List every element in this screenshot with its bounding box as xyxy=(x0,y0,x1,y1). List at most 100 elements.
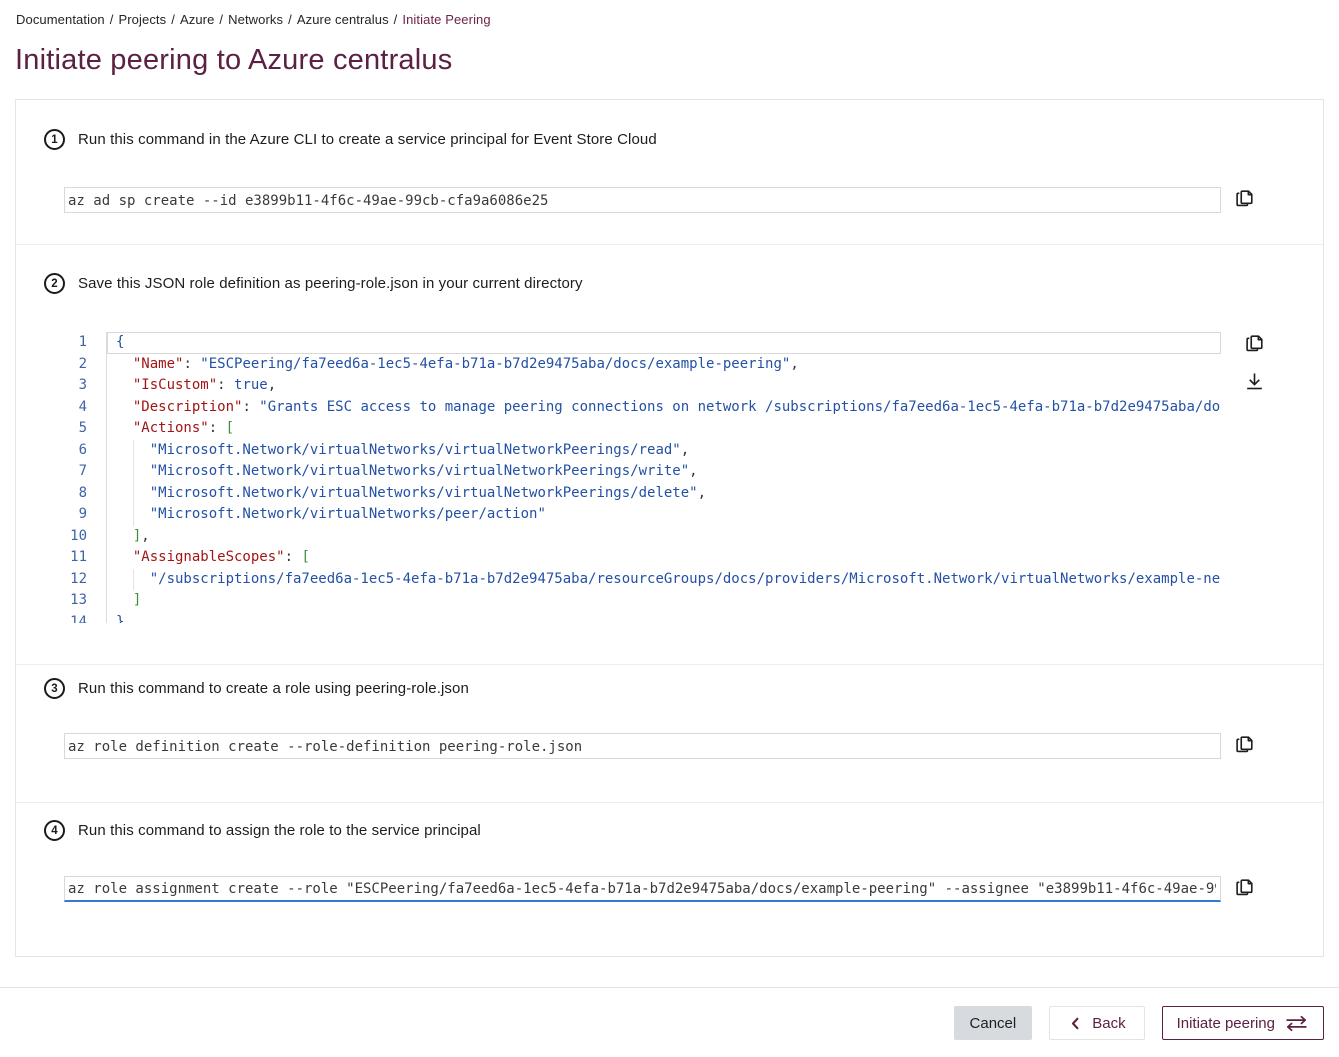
line-code: "Microsoft.Network/virtualNetworks/virtu… xyxy=(107,461,1221,483)
editor-line: 5 "Actions": [ xyxy=(64,418,1221,440)
step-2-header: 2 Save this JSON role definition as peer… xyxy=(44,273,1323,294)
line-number: 5 xyxy=(64,418,107,440)
step-2-instruction: Save this JSON role definition as peerin… xyxy=(78,275,583,292)
copy-icon xyxy=(1233,876,1256,902)
step-section-4: 4 Run this command to assign the role to… xyxy=(16,802,1323,958)
line-number: 2 xyxy=(64,354,107,376)
line-code: "Name": "ESCPeering/fa7eed6a-1ec5-4efa-b… xyxy=(107,354,1221,376)
json-editor-row: 1{2 "Name": "ESCPeering/fa7eed6a-1ec5-4e… xyxy=(64,332,1323,623)
step-4-instruction: Run this command to assign the role to t… xyxy=(78,822,481,839)
step-3-number-badge: 3 xyxy=(44,678,65,699)
line-code: "Actions": [ xyxy=(107,418,1221,440)
breadcrumb-separator: / xyxy=(110,12,114,27)
step-1-number-badge: 1 xyxy=(44,129,65,150)
breadcrumb-separator: / xyxy=(219,12,223,27)
step-4-number-badge: 4 xyxy=(44,820,65,841)
step-3-header: 3 Run this command to create a role usin… xyxy=(44,678,1323,699)
editor-actions xyxy=(1231,332,1267,396)
editor-line: 12 "/subscriptions/fa7eed6a-1ec5-4efa-b7… xyxy=(64,569,1221,591)
editor-line: 7 "Microsoft.Network/virtualNetworks/vir… xyxy=(64,461,1221,483)
line-number: 6 xyxy=(64,440,107,462)
breadcrumb-link[interactable]: Projects xyxy=(118,12,166,27)
breadcrumb-separator: / xyxy=(171,12,175,27)
step-1-command-row xyxy=(64,187,1323,213)
command-input-1[interactable] xyxy=(64,187,1221,213)
breadcrumb-link[interactable]: Documentation xyxy=(16,12,105,27)
copy-button-2[interactable] xyxy=(1241,332,1267,358)
copy-button-4[interactable] xyxy=(1231,876,1257,902)
step-4-command-row xyxy=(64,876,1323,902)
json-editor[interactable]: 1{2 "Name": "ESCPeering/fa7eed6a-1ec5-4e… xyxy=(64,332,1221,623)
editor-line: 11 "AssignableScopes": [ xyxy=(64,547,1221,569)
line-code: ] xyxy=(107,590,1221,612)
download-icon xyxy=(1243,370,1266,396)
copy-button-1[interactable] xyxy=(1231,187,1257,213)
footer-actions: Cancel Back Initiate peering xyxy=(0,1006,1324,1040)
breadcrumb-separator: / xyxy=(288,12,292,27)
line-number: 13 xyxy=(64,590,107,612)
line-number: 10 xyxy=(64,526,107,548)
step-3-command-row xyxy=(64,733,1323,759)
line-code: "Microsoft.Network/virtualNetworks/peer/… xyxy=(107,504,1221,526)
back-button[interactable]: Back xyxy=(1049,1006,1144,1040)
editor-line: 4 "Description": "Grants ESC access to m… xyxy=(64,397,1221,419)
copy-icon xyxy=(1243,332,1266,358)
breadcrumb-link[interactable]: Networks xyxy=(228,12,283,27)
line-number: 14 xyxy=(64,612,107,624)
breadcrumb-link[interactable]: Azure xyxy=(180,12,214,27)
initiate-peering-button[interactable]: Initiate peering xyxy=(1162,1006,1324,1040)
editor-line: 2 "Name": "ESCPeering/fa7eed6a-1ec5-4efa… xyxy=(64,354,1221,376)
line-code: "AssignableScopes": [ xyxy=(107,547,1221,569)
download-button[interactable] xyxy=(1241,370,1267,396)
command-input-3[interactable] xyxy=(64,733,1221,759)
line-code: "IsCustom": true, xyxy=(107,375,1221,397)
chevron-left-icon xyxy=(1068,1015,1083,1032)
line-number: 9 xyxy=(64,504,107,526)
step-2-number-badge: 2 xyxy=(44,273,65,294)
step-section-1: 1 Run this command in the Azure CLI to c… xyxy=(16,100,1323,244)
line-number: 8 xyxy=(64,483,107,505)
step-1-header: 1 Run this command in the Azure CLI to c… xyxy=(44,129,1323,150)
step-4-header: 4 Run this command to assign the role to… xyxy=(44,820,1323,841)
line-code: { xyxy=(107,332,1221,354)
page-title: Initiate peering to Azure centralus xyxy=(15,42,1339,78)
line-number: 3 xyxy=(64,375,107,397)
footer-divider xyxy=(0,987,1339,988)
cancel-button[interactable]: Cancel xyxy=(954,1006,1033,1040)
line-number: 1 xyxy=(64,332,107,354)
step-1-instruction: Run this command in the Azure CLI to cre… xyxy=(78,131,657,148)
breadcrumb-link[interactable]: Azure centralus xyxy=(297,12,389,27)
breadcrumb: Documentation / Projects / Azure / Networks / Az… xyxy=(0,0,1339,27)
steps-card: 1 Run this command in the Azure CLI to c… xyxy=(15,99,1324,957)
step-section-2: 2 Save this JSON role definition as peer… xyxy=(16,244,1323,664)
line-code: } xyxy=(107,612,1221,624)
breadcrumb-current: Initiate Peering xyxy=(402,12,490,27)
step-section-3: 3 Run this command to create a role usin… xyxy=(16,664,1323,802)
line-code: "/subscriptions/fa7eed6a-1ec5-4efa-b71a-… xyxy=(107,569,1221,591)
swap-arrows-icon xyxy=(1284,1014,1309,1033)
line-code: "Microsoft.Network/virtualNetworks/virtu… xyxy=(107,440,1221,462)
line-number: 7 xyxy=(64,461,107,483)
line-code: "Microsoft.Network/virtualNetworks/virtu… xyxy=(107,483,1221,505)
editor-line: 14} xyxy=(64,612,1221,624)
line-number: 11 xyxy=(64,547,107,569)
editor-line: 8 "Microsoft.Network/virtualNetworks/vir… xyxy=(64,483,1221,505)
copy-icon xyxy=(1233,187,1256,213)
command-input-4[interactable] xyxy=(64,876,1221,902)
editor-line: 3 "IsCustom": true, xyxy=(64,375,1221,397)
copy-icon xyxy=(1233,733,1256,759)
editor-line: 13 ] xyxy=(64,590,1221,612)
breadcrumb-separator: / xyxy=(394,12,398,27)
line-code: "Description": "Grants ESC access to man… xyxy=(107,397,1221,419)
initiate-peering-button-label: Initiate peering xyxy=(1177,1015,1275,1032)
page: Documentation / Projects / Azure / Networks / Az… xyxy=(0,0,1339,1057)
editor-line: 6 "Microsoft.Network/virtualNetworks/vir… xyxy=(64,440,1221,462)
editor-line: 1{ xyxy=(64,332,1221,354)
line-number: 4 xyxy=(64,397,107,419)
editor-line: 10 ], xyxy=(64,526,1221,548)
line-code: ], xyxy=(107,526,1221,548)
copy-button-3[interactable] xyxy=(1231,733,1257,759)
cancel-button-label: Cancel xyxy=(970,1015,1017,1032)
line-number: 12 xyxy=(64,569,107,591)
editor-line: 9 "Microsoft.Network/virtualNetworks/pee… xyxy=(64,504,1221,526)
